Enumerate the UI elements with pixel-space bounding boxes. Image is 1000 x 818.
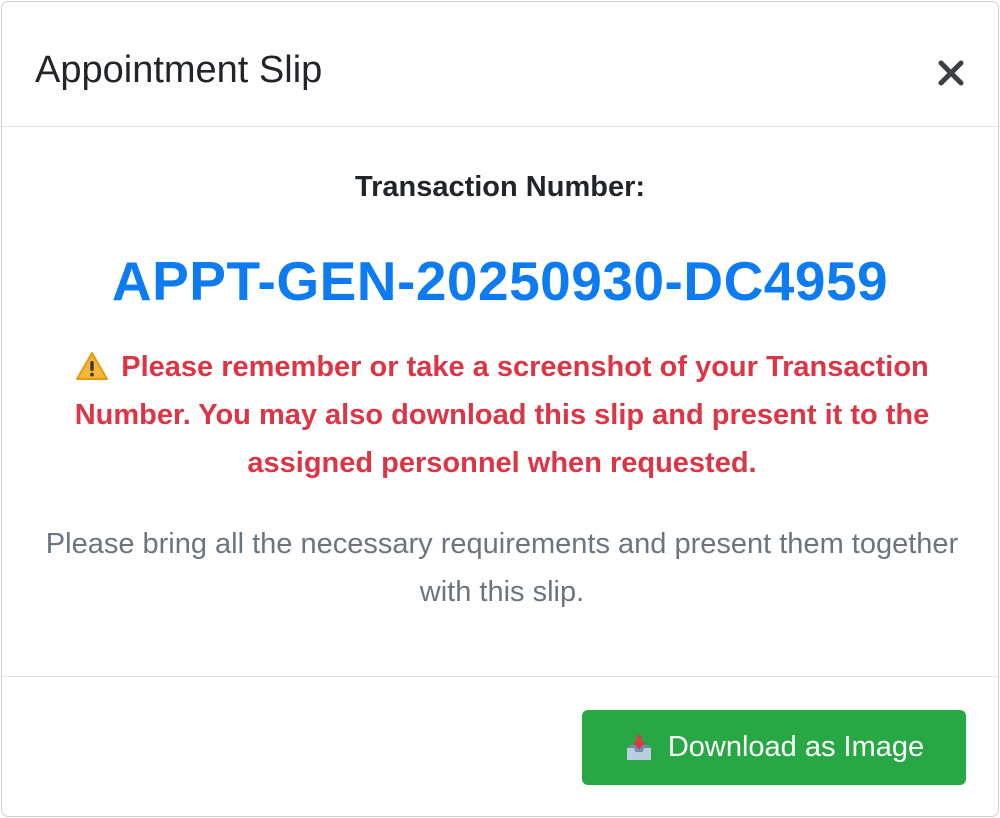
close-button[interactable] bbox=[928, 46, 974, 92]
requirements-note: Please bring all the necessary requireme… bbox=[45, 528, 959, 608]
download-button-label: Download as Image bbox=[667, 731, 925, 763]
download-as-image-button[interactable]: Download as Image bbox=[582, 710, 966, 785]
transaction-label: Transaction Number: bbox=[354, 171, 646, 203]
inbox-download-icon bbox=[626, 734, 651, 760]
modal-footer: Download as Image bbox=[2, 676, 998, 816]
appointment-slip-modal: Appointment Slip Transaction Number: APP… bbox=[1, 1, 999, 817]
warning-message: Please remember or take a screenshot of … bbox=[42, 343, 962, 487]
modal-title: Appointment Slip bbox=[35, 49, 323, 91]
warning-text: Please remember or take a screenshot of … bbox=[74, 351, 930, 479]
modal-header: Appointment Slip bbox=[2, 2, 998, 127]
warning-icon bbox=[76, 352, 109, 380]
transaction-number: APPT-GEN-20250930-DC4959 bbox=[111, 250, 889, 312]
modal-body: Transaction Number: APPT-GEN-20250930-DC… bbox=[2, 128, 998, 676]
close-icon bbox=[938, 60, 964, 86]
